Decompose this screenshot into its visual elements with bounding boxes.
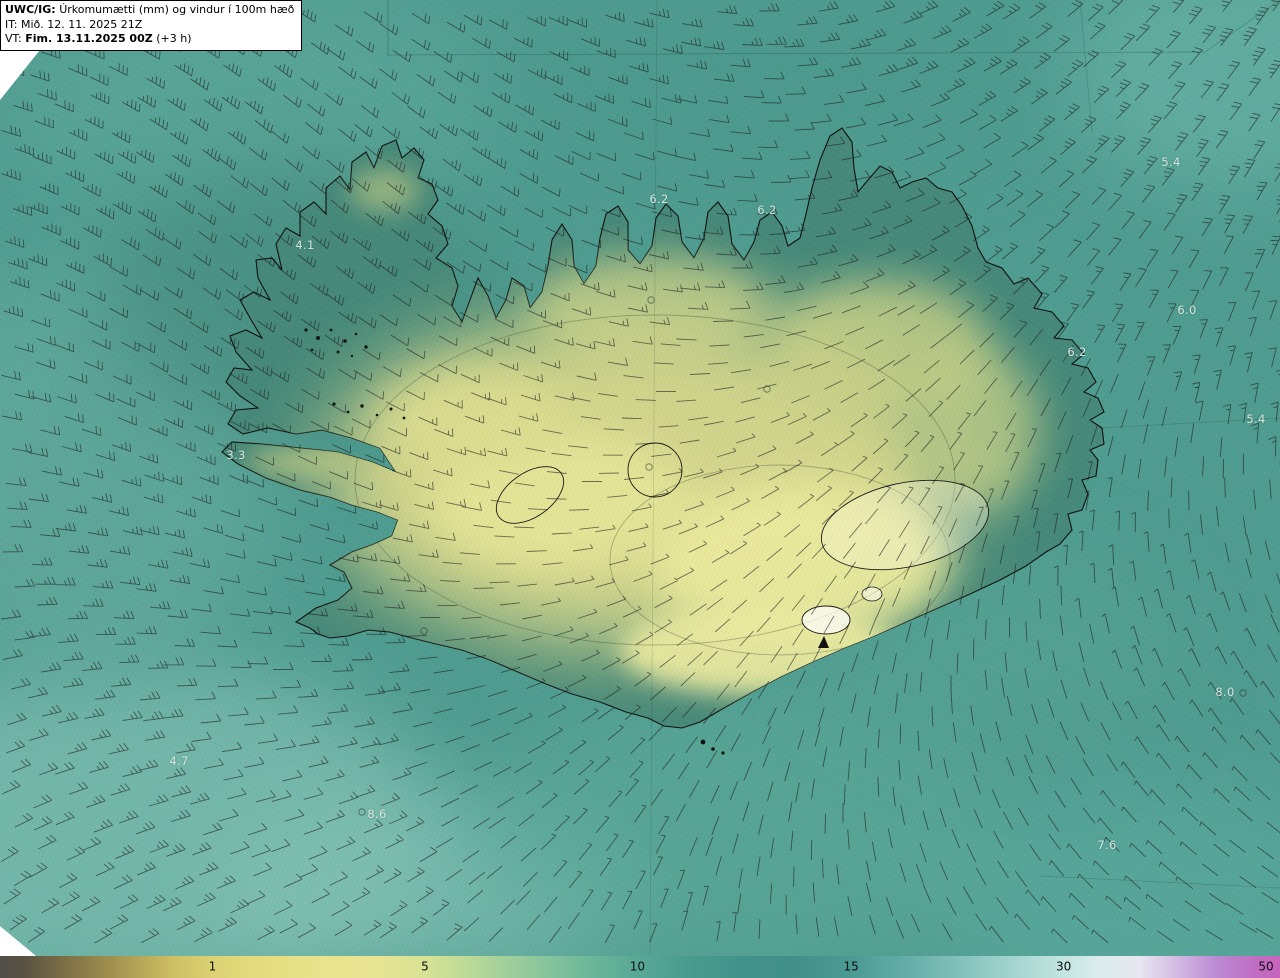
colorbar-tick-label: 15 — [843, 959, 859, 974]
wind-barbs — [0, 0, 1280, 944]
precip-value-label: 6.0 — [1177, 303, 1197, 317]
colorbar-tick-label: 1 — [208, 959, 217, 974]
vt-suffix: (+3 h) — [156, 32, 192, 45]
map-area: 4.1 6.2 6.2 5.4 6.0 6.2 5.4 3.3 4.7 8.6 8.0 7.6 UWC… — [0, 0, 1280, 956]
precip-value-label: 4.7 — [169, 754, 189, 768]
precip-value-label: 6.2 — [757, 203, 777, 217]
precip-value-label: 5.4 — [1246, 412, 1266, 426]
precip-value-label: 5.4 — [1161, 155, 1181, 169]
precip-value-label: 8.0 — [1215, 685, 1235, 699]
forecast-info-panel: UWC/IG: Úrkomumætti (mm) og vindur í 100… — [0, 0, 303, 51]
weather-map-page: 4.1 6.2 6.2 5.4 6.0 6.2 5.4 3.3 4.7 8.6 8.0 7.6 UWC… — [0, 0, 1280, 978]
product-title-line: UWC/IG: Úrkomumætti (mm) og vindur í 100… — [5, 3, 294, 18]
colorbar: 1 5 10 15 30 50 — [0, 956, 1280, 978]
vt-value: Fim. 13.11.2025 00Z — [25, 32, 153, 45]
precip-value-label: 6.2 — [1067, 345, 1087, 359]
precip-value-label: 4.1 — [295, 238, 315, 252]
colorbar-tick-label: 50 — [1258, 959, 1274, 974]
colorbar-tick-label: 30 — [1056, 959, 1072, 974]
init-time-line: IT: Mið. 12. 11. 2025 21Z — [5, 17, 143, 31]
precip-value-label: 6.2 — [649, 192, 669, 206]
precip-value-label: 3.3 — [226, 448, 246, 462]
wind-barbs-layer — [0, 0, 1280, 944]
colorbar-tick-label: 10 — [629, 959, 646, 974]
precip-value-label: 7.6 — [1097, 838, 1117, 852]
product-name: Úrkomumætti (mm) og vindur í 100m hæð — [59, 3, 295, 16]
precip-value-label: 8.6 — [367, 807, 387, 821]
colorbar-tick-label: 5 — [421, 959, 429, 974]
vt-label: VT: — [5, 32, 22, 45]
valid-time-line: VT: Fim. 13.11.2025 00Z (+3 h) — [5, 32, 294, 47]
model-name: UWC/IG: — [5, 3, 56, 16]
